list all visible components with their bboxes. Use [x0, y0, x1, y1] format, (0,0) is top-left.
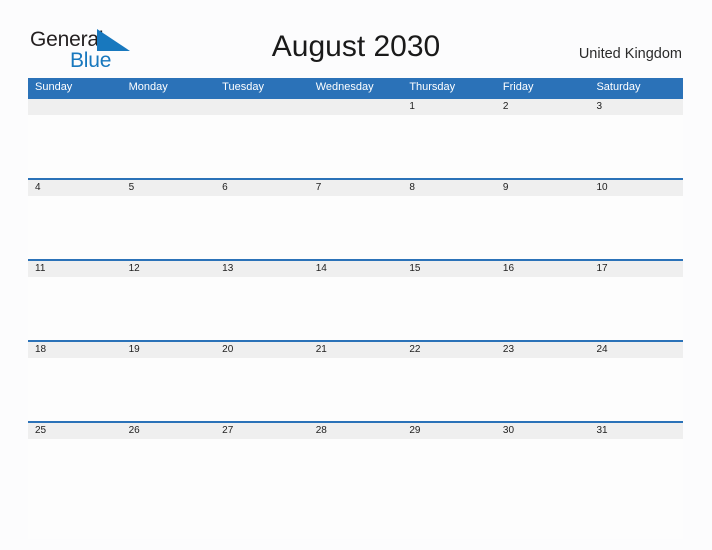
day-note-area[interactable]: [402, 196, 496, 259]
day-note-area[interactable]: [309, 277, 403, 340]
day-note-area[interactable]: [402, 358, 496, 421]
day-cell[interactable]: 29: [402, 423, 496, 439]
day-cell[interactable]: 7: [309, 180, 403, 196]
day-cell[interactable]: 25: [28, 423, 122, 439]
day-cell[interactable]: 21: [309, 342, 403, 358]
day-cell[interactable]: 5: [122, 180, 216, 196]
day-cell[interactable]: 26: [122, 423, 216, 439]
week-row: 4 5 6 7 8 9 10: [28, 178, 683, 259]
day-note-area[interactable]: [28, 439, 122, 539]
day-cell[interactable]: 28: [309, 423, 403, 439]
day-note-area[interactable]: [402, 115, 496, 178]
day-note-area[interactable]: [309, 439, 403, 539]
week-body: [28, 115, 683, 178]
day-note-area[interactable]: [496, 196, 590, 259]
weekday-header-row: Sunday Monday Tuesday Wednesday Thursday…: [28, 78, 683, 97]
weekday-wednesday: Wednesday: [315, 81, 374, 93]
day-cell[interactable]: [28, 99, 122, 115]
day-cell[interactable]: 24: [589, 342, 683, 358]
day-note-area[interactable]: [402, 277, 496, 340]
week-row: 18 19 20 21 22 23 24: [28, 340, 683, 421]
day-note-area[interactable]: [496, 358, 590, 421]
day-note-area[interactable]: [215, 196, 309, 259]
day-note-area[interactable]: [496, 115, 590, 178]
day-cell[interactable]: 14: [309, 261, 403, 277]
day-cell[interactable]: 15: [402, 261, 496, 277]
day-cell[interactable]: 11: [28, 261, 122, 277]
day-note-area[interactable]: [496, 439, 590, 539]
day-note-area[interactable]: [589, 358, 683, 421]
day-cell[interactable]: [309, 99, 403, 115]
day-cell[interactable]: [215, 99, 309, 115]
day-note-area[interactable]: [589, 277, 683, 340]
day-cell[interactable]: 10: [589, 180, 683, 196]
day-cell[interactable]: 16: [496, 261, 590, 277]
day-cell[interactable]: 31: [589, 423, 683, 439]
day-cell[interactable]: 30: [496, 423, 590, 439]
day-cell[interactable]: 23: [496, 342, 590, 358]
region-label: United Kingdom: [578, 46, 682, 62]
day-note-area[interactable]: [589, 115, 683, 178]
day-note-area[interactable]: [28, 196, 122, 259]
day-note-area[interactable]: [122, 358, 216, 421]
day-cell[interactable]: 27: [215, 423, 309, 439]
week-date-strip: 4 5 6 7 8 9 10: [28, 180, 683, 196]
day-note-area[interactable]: [309, 115, 403, 178]
day-note-area[interactable]: [309, 358, 403, 421]
day-cell[interactable]: 13: [215, 261, 309, 277]
weekday-tuesday: Tuesday: [222, 81, 264, 93]
day-note-area[interactable]: [215, 115, 309, 178]
page-header: General Blue August 2030 United Kingdom: [0, 0, 712, 78]
day-note-area[interactable]: [28, 115, 122, 178]
weekday-thursday: Thursday: [409, 81, 456, 93]
weekday-saturday: Saturday: [596, 81, 641, 93]
day-cell[interactable]: 20: [215, 342, 309, 358]
day-note-area[interactable]: [215, 358, 309, 421]
week-date-strip: 25 26 27 28 29 30 31: [28, 423, 683, 439]
day-note-area[interactable]: [589, 439, 683, 539]
week-body: [28, 439, 683, 539]
day-cell[interactable]: 6: [215, 180, 309, 196]
week-body: [28, 196, 683, 259]
weekday-monday: Monday: [128, 81, 168, 93]
day-cell[interactable]: 9: [496, 180, 590, 196]
day-cell[interactable]: 3: [589, 99, 683, 115]
day-cell[interactable]: 12: [122, 261, 216, 277]
day-cell[interactable]: 1: [402, 99, 496, 115]
week-body: [28, 277, 683, 340]
day-note-area[interactable]: [122, 439, 216, 539]
day-cell[interactable]: 2: [496, 99, 590, 115]
day-note-area[interactable]: [589, 196, 683, 259]
day-cell[interactable]: [122, 99, 216, 115]
week-date-strip: 1 2 3: [28, 99, 683, 115]
day-cell[interactable]: 4: [28, 180, 122, 196]
day-cell[interactable]: 17: [589, 261, 683, 277]
day-cell[interactable]: 22: [402, 342, 496, 358]
day-note-area[interactable]: [122, 277, 216, 340]
day-cell[interactable]: 18: [28, 342, 122, 358]
day-note-area[interactable]: [122, 196, 216, 259]
day-note-area[interactable]: [496, 277, 590, 340]
day-note-area[interactable]: [215, 439, 309, 539]
day-note-area[interactable]: [28, 358, 122, 421]
day-cell[interactable]: 8: [402, 180, 496, 196]
week-row: 1 2 3: [28, 97, 683, 178]
day-note-area[interactable]: [122, 115, 216, 178]
day-note-area[interactable]: [402, 439, 496, 539]
week-date-strip: 18 19 20 21 22 23 24: [28, 342, 683, 358]
calendar-grid: Sunday Monday Tuesday Wednesday Thursday…: [28, 78, 683, 539]
week-row: 11 12 13 14 15 16 17: [28, 259, 683, 340]
week-row: 25 26 27 28 29 30 31: [28, 421, 683, 539]
weekday-sunday: Sunday: [35, 81, 73, 93]
weekday-friday: Friday: [502, 81, 534, 93]
day-cell[interactable]: 19: [122, 342, 216, 358]
week-date-strip: 11 12 13 14 15 16 17: [28, 261, 683, 277]
day-note-area[interactable]: [309, 196, 403, 259]
day-note-area[interactable]: [215, 277, 309, 340]
day-note-area[interactable]: [28, 277, 122, 340]
week-body: [28, 358, 683, 421]
